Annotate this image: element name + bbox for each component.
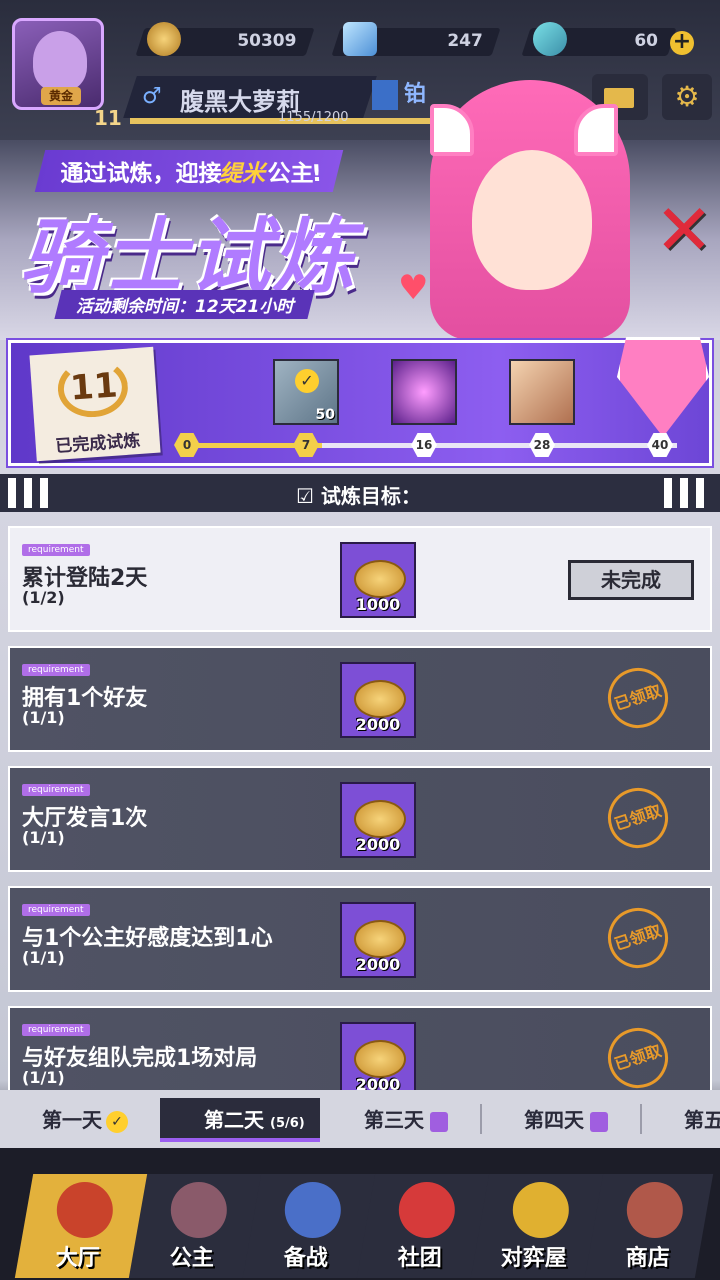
- reward-amount: 2000: [355, 835, 401, 854]
- banner-subtitle: 通过试炼，迎接缇米公主!: [34, 150, 343, 192]
- calendar-icon: ☑: [296, 484, 321, 508]
- milestone-node: 28: [529, 433, 555, 457]
- requirement-tag: requirement: [22, 1024, 90, 1036]
- reward-amount: 1000: [355, 595, 401, 614]
- task-row: requirement 拥有1个好友 (1/1) 2000 已领取: [8, 646, 712, 752]
- reward-item[interactable]: 2000: [340, 1022, 416, 1090]
- tab-day-3[interactable]: 第三天: [364, 1098, 448, 1142]
- task-count: (1/1): [22, 708, 65, 727]
- check-icon: ✓: [106, 1110, 128, 1133]
- completed-count: 11: [68, 365, 119, 409]
- close-icon: ✕: [654, 189, 714, 271]
- checker-decoration: [664, 478, 712, 508]
- close-button[interactable]: ✕: [652, 195, 716, 265]
- tab-day-2[interactable]: 第二天 (5/6): [160, 1098, 320, 1142]
- task-row: requirement 与1个公主好感度达到1心 (1/1) 2000 已领取: [8, 886, 712, 992]
- completed-label: 已完成试炼: [54, 430, 141, 457]
- coin-icon: [354, 1040, 406, 1078]
- reward-milestone-16[interactable]: [391, 359, 457, 425]
- check-icon: ✓: [295, 369, 319, 393]
- task-count: (1/2): [22, 588, 65, 607]
- shop-icon: [626, 1182, 683, 1238]
- xp-text: 1155/1200: [278, 110, 349, 125]
- checker-decoration: [8, 478, 56, 508]
- requirement-tag: requirement: [22, 904, 90, 916]
- avatar-face: [33, 31, 87, 91]
- coin-icon: [354, 680, 406, 718]
- tab-day-4[interactable]: 第四天: [524, 1098, 608, 1142]
- section-title: ☑ 试炼目标：: [296, 484, 421, 508]
- bottom-nav: 大厅 公主 备战 社团 对弈屋 商店: [0, 1148, 720, 1280]
- lock-icon: [430, 1111, 448, 1132]
- coin-icon: [146, 22, 181, 56]
- claimed-stamp: 已领取: [600, 660, 676, 736]
- crossed-swords-icon: [56, 1182, 113, 1238]
- trial-progress-panel: 11 已完成试炼 ✓ 50 0 7 16 28 40: [8, 337, 712, 466]
- nav-label: 大厅: [55, 1246, 100, 1271]
- princess-icon: [170, 1182, 227, 1238]
- nav-label: 商店: [625, 1246, 670, 1271]
- milestone-node: 0: [174, 433, 200, 457]
- event-timer: 活动剩余时间：12天21小时: [54, 290, 315, 319]
- claimed-stamp: 已领取: [600, 780, 676, 856]
- gold-value: 50309: [237, 31, 297, 51]
- player-level: 11: [94, 106, 122, 130]
- reward-item[interactable]: 2000: [340, 902, 416, 978]
- requirement-tag: requirement: [22, 544, 90, 556]
- reward-item[interactable]: 1000: [340, 542, 416, 618]
- day-tabs: 第一天 ✓ 第二天 (5/6) 第三天 第四天 第五: [0, 1090, 720, 1148]
- reward-item[interactable]: 2000: [340, 782, 416, 858]
- reward-milestone-40-princess[interactable]: [617, 337, 709, 437]
- tab-divider: [640, 1104, 642, 1134]
- character-face: [472, 150, 592, 290]
- requirement-tag: requirement: [22, 664, 90, 676]
- gender-icon: ♂: [142, 84, 162, 109]
- day-progress: (5/6): [270, 1116, 305, 1131]
- chess-king-icon: [284, 1182, 341, 1238]
- tab-day-1[interactable]: 第一天 ✓: [42, 1098, 128, 1142]
- avatar-tier-tag: 黄金: [41, 87, 81, 105]
- task-count: (1/1): [22, 1068, 65, 1087]
- player-avatar[interactable]: 黄金: [12, 18, 104, 110]
- milestone-node: 40: [647, 433, 673, 457]
- task-row: requirement 大厅发言1次 (1/1) 2000 已领取: [8, 766, 712, 872]
- gold-counter: 50309: [135, 22, 315, 56]
- coin-icon: [354, 920, 406, 958]
- reward-amount: 2000: [355, 955, 401, 974]
- completed-trials-card: 11 已完成试炼: [29, 346, 161, 462]
- task-count: (1/1): [22, 828, 65, 847]
- nav-label: 社团: [397, 1246, 442, 1271]
- heart-icon: ♥: [398, 268, 429, 308]
- task-row: requirement 与好友组队完成1场对局 (1/1) 2000 已领取: [8, 1006, 712, 1090]
- reward-amount: 2000: [355, 1075, 401, 1090]
- requirement-tag: requirement: [22, 784, 90, 796]
- lock-icon: [590, 1111, 608, 1132]
- claimed-stamp: 已领取: [600, 1020, 676, 1090]
- tab-day-5[interactable]: 第五: [684, 1098, 720, 1142]
- nav-shop[interactable]: 商店: [584, 1174, 714, 1278]
- tab-divider: [480, 1104, 482, 1134]
- coin-icon: [354, 800, 406, 838]
- nav-label: 对弈屋: [500, 1246, 567, 1271]
- claimed-stamp: 已领取: [600, 900, 676, 976]
- section-header: ☑ 试炼目标：: [0, 474, 720, 512]
- reward-count: 50: [315, 407, 335, 423]
- milestone-node: 16: [411, 433, 437, 457]
- task-count: (1/1): [22, 948, 65, 967]
- nav-label: 公主: [169, 1246, 214, 1271]
- coin-icon: [354, 560, 406, 598]
- reward-amount: 2000: [355, 715, 401, 734]
- task-row: requirement 累计登陆2天 (1/2) 1000 未完成: [8, 526, 712, 632]
- incomplete-button[interactable]: 未完成: [568, 560, 694, 600]
- reward-milestone-7[interactable]: ✓ 50: [273, 359, 339, 425]
- reward-item[interactable]: 2000: [340, 662, 416, 738]
- nav-label: 备战: [283, 1246, 328, 1271]
- castle-icon: [398, 1182, 455, 1238]
- milestone-node: 7: [293, 433, 319, 457]
- reward-milestone-28[interactable]: [509, 359, 575, 425]
- trophy-icon: [512, 1182, 569, 1238]
